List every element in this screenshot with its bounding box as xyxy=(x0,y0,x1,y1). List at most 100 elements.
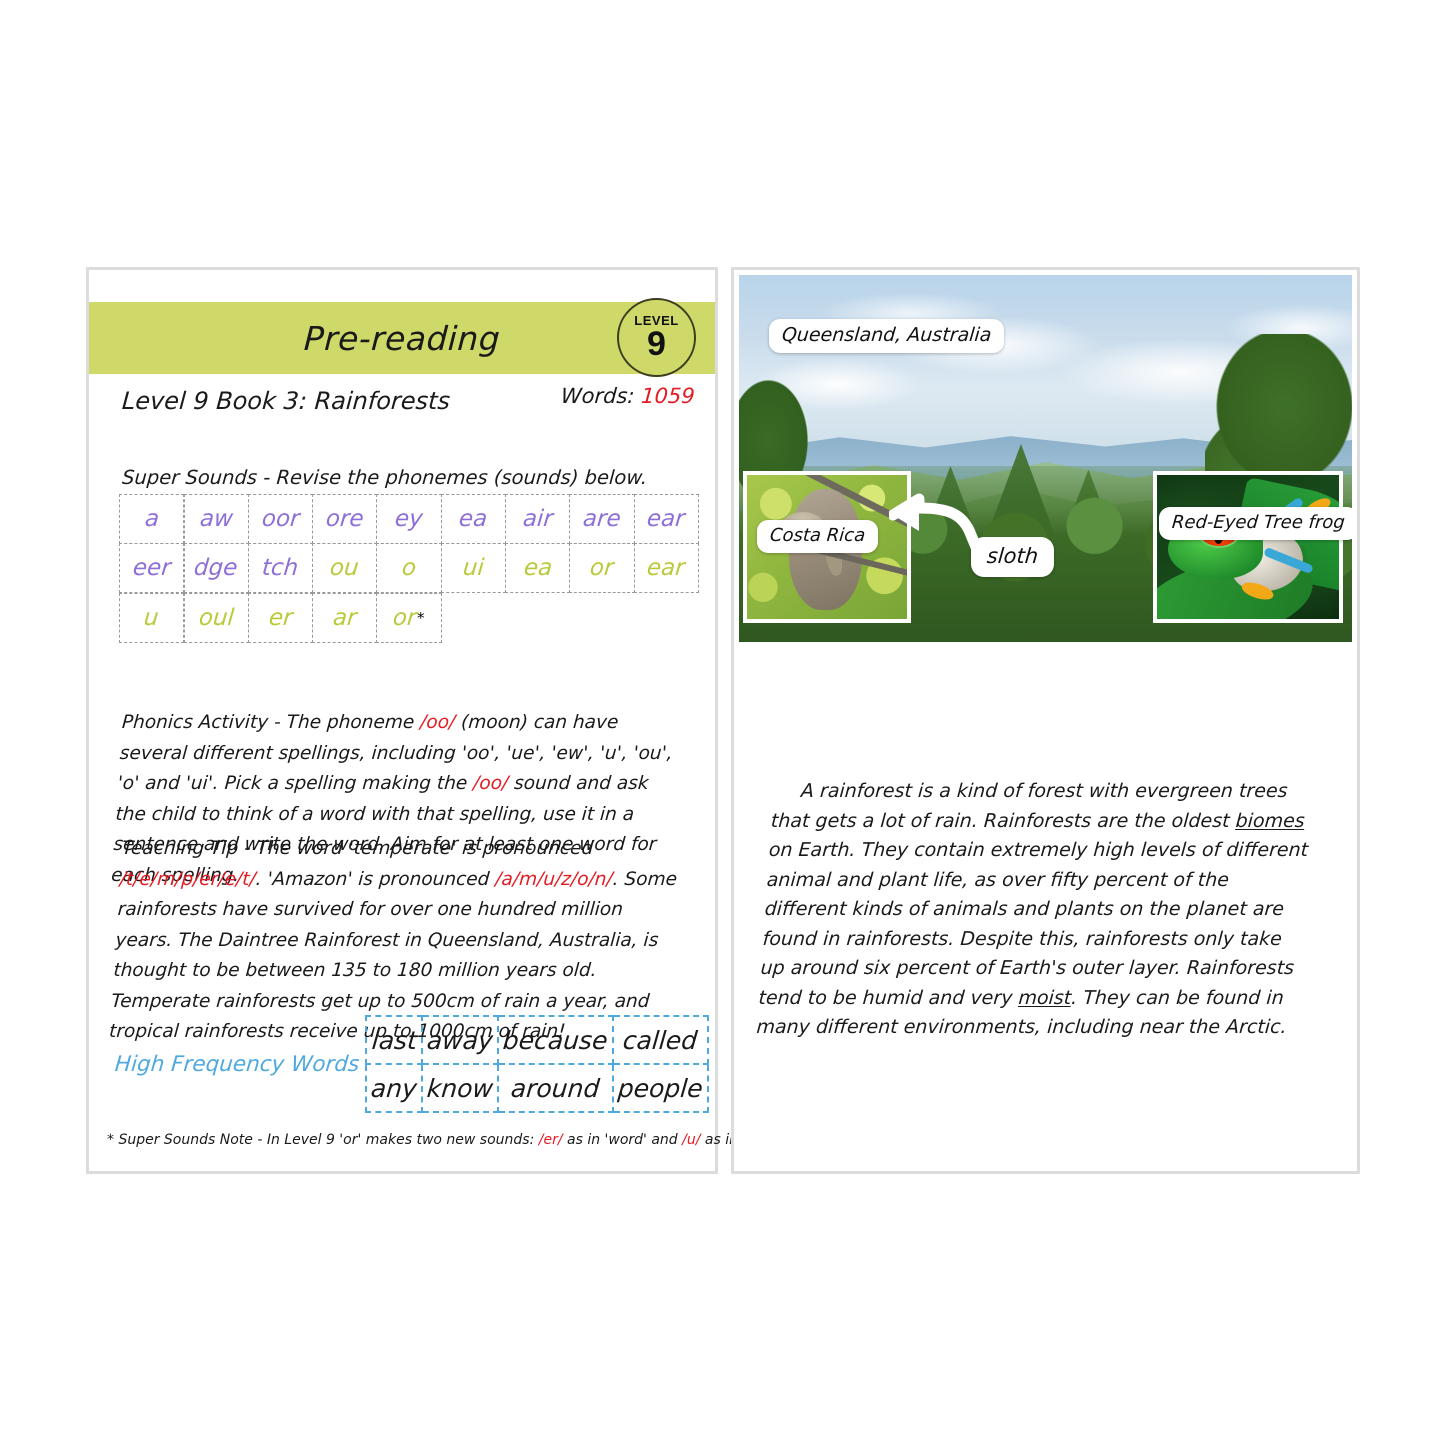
hfw-word: away xyxy=(426,1025,495,1055)
phoneme-cell[interactable]: o xyxy=(376,543,442,594)
footnote-part-2: as in 'word' and xyxy=(562,1132,683,1148)
footnote-part-1: * Super Sounds Note - In Level 9 'or' ma… xyxy=(107,1132,539,1148)
phoneme-cell[interactable]: a xyxy=(119,494,185,545)
phonics-phoneme-2: /oo/ xyxy=(472,773,510,794)
high-frequency-words-block: High Frequency Words last away because call… xyxy=(113,1015,709,1113)
label-costa-rica: Costa Rica xyxy=(757,520,879,553)
phonics-phoneme-1: /oo/ xyxy=(419,712,457,733)
phoneme-cell[interactable]: ea xyxy=(440,494,506,545)
phoneme-text: ear xyxy=(646,555,687,582)
phoneme-cell[interactable]: dge xyxy=(183,543,249,594)
hfw-row: last away because called xyxy=(365,1015,709,1065)
hfw-cell[interactable]: because xyxy=(497,1015,614,1065)
rainforest-photo: Queensland, Australia Costa Rica sloth R… xyxy=(739,275,1352,642)
phoneme-text: ey xyxy=(393,506,425,533)
phoneme-text: ou xyxy=(329,555,361,582)
phoneme-cell[interactable]: oor xyxy=(247,494,313,545)
teaching-tip-part-2: . 'Amazon' is pronounced xyxy=(255,868,497,890)
word-count: Words: 1059 xyxy=(560,384,695,408)
phoneme-cell[interactable]: air xyxy=(505,494,571,545)
right-page: Queensland, Australia Costa Rica sloth R… xyxy=(731,267,1360,1174)
hfw-word: last xyxy=(370,1025,419,1055)
phoneme-grid-row: a aw oor ore ey ea air are ear xyxy=(119,494,706,545)
phoneme-cell[interactable]: ui xyxy=(440,543,506,594)
hfw-word: people xyxy=(616,1073,704,1103)
phoneme-text: tch xyxy=(261,555,300,582)
hfw-cell[interactable]: last xyxy=(365,1015,424,1065)
phoneme-grid: a aw oor ore ey ea air are ear eer dge tch ou o ui ea or… xyxy=(119,494,706,643)
phoneme-text: ea xyxy=(522,555,553,582)
label-red-eyed-tree-frog: Red-Eyed Tree frog xyxy=(1159,507,1352,540)
phoneme-cell[interactable]: ear xyxy=(633,543,699,594)
phoneme-text: or xyxy=(392,604,419,631)
footnote-phoneme-1: /er/ xyxy=(538,1132,563,1148)
phoneme-text: ea xyxy=(458,506,489,533)
teaching-tip-phoneme-2: /a/m/u/z/o/n/ xyxy=(494,868,614,890)
phoneme-cell[interactable]: tch xyxy=(247,543,313,594)
body-part-2: on Earth. They contain extremely high le… xyxy=(757,839,1309,1009)
word-count-label: Words: xyxy=(560,384,643,408)
phoneme-text: oor xyxy=(260,506,301,533)
high-frequency-words-table: last away because called any know around people xyxy=(365,1015,709,1113)
phoneme-cell[interactable]: ey xyxy=(376,494,442,545)
hfw-word: because xyxy=(502,1025,610,1055)
phoneme-grid-row: u oul er ar or * xyxy=(119,592,706,643)
frog-inset-photo xyxy=(1153,471,1343,623)
label-costa-rica-text: Costa Rica xyxy=(769,525,867,546)
label-queensland-text: Queensland, Australia xyxy=(781,324,993,346)
level-badge-number: 9 xyxy=(647,325,666,364)
book-title: Level 9 Book 3: Rainforests xyxy=(121,387,452,415)
teaching-tip-part-1: Teaching Tip - The word 'temperate' is p… xyxy=(121,838,594,859)
hfw-cell[interactable]: away xyxy=(421,1015,500,1065)
phoneme-text: ui xyxy=(461,555,485,582)
phoneme-text: eer xyxy=(131,555,172,582)
phoneme-text: ear xyxy=(646,506,687,533)
phoneme-text: aw xyxy=(198,506,234,533)
body-part-1: A rainforest is a kind of forest with ev… xyxy=(770,780,1289,832)
phoneme-cell[interactable]: are xyxy=(569,494,635,545)
phoneme-footnote-star: * xyxy=(417,608,425,627)
body-underlined-biomes: biomes xyxy=(1234,809,1306,832)
phoneme-cell[interactable]: ou xyxy=(312,543,378,594)
hfw-word: called xyxy=(621,1025,699,1055)
hfw-cell[interactable]: any xyxy=(365,1063,424,1113)
phoneme-grid-row: eer dge tch ou o ui ea or ear xyxy=(119,543,706,594)
super-sounds-label: Super Sounds - Revise the phonemes (soun… xyxy=(121,466,649,489)
body-underlined-moist: moist xyxy=(1017,986,1073,1009)
phoneme-text: ore xyxy=(324,506,365,533)
hfw-word: know xyxy=(425,1073,495,1103)
phoneme-cell[interactable]: eer xyxy=(119,543,185,594)
phoneme-text: or xyxy=(589,555,615,582)
high-frequency-words-label: High Frequency Words xyxy=(113,1051,361,1077)
hfw-word: any xyxy=(370,1073,419,1103)
phoneme-text: u xyxy=(143,604,161,631)
hfw-cell[interactable]: people xyxy=(611,1063,709,1113)
phoneme-cell[interactable]: er xyxy=(247,592,313,643)
phoneme-cell[interactable]: aw xyxy=(183,494,249,545)
hfw-word: around xyxy=(510,1073,602,1103)
phoneme-cell[interactable]: ar xyxy=(312,592,378,643)
label-frog-text: Red-Eyed Tree frog xyxy=(1171,512,1346,533)
phoneme-text: oul xyxy=(197,604,235,631)
sloth-pointer-arrow xyxy=(889,493,987,565)
phoneme-cell[interactable]: oul xyxy=(183,592,249,643)
phoneme-cell[interactable]: or * xyxy=(376,592,442,643)
label-queensland-australia: Queensland, Australia xyxy=(769,319,1005,353)
phoneme-cell[interactable]: ea xyxy=(505,543,571,594)
phoneme-cell[interactable]: ear xyxy=(633,494,699,545)
worksheet-spread: Pre-reading LEVEL 9 Words: 1059 Level 9 … xyxy=(0,0,1445,1445)
phoneme-text: are xyxy=(581,506,622,533)
hfw-cell[interactable]: know xyxy=(421,1063,500,1113)
word-count-value: 1059 xyxy=(640,384,696,408)
footnote-phoneme-2: /u/ xyxy=(682,1132,701,1148)
phonics-activity-heading: Phonics Activity - The phoneme xyxy=(121,712,421,733)
phoneme-cell[interactable]: or xyxy=(569,543,635,594)
phoneme-cell[interactable]: ore xyxy=(312,494,378,545)
phoneme-cell[interactable]: u xyxy=(119,592,185,643)
phoneme-text: a xyxy=(143,506,160,533)
hfw-cell[interactable]: around xyxy=(497,1063,614,1113)
level-badge: LEVEL 9 xyxy=(617,298,696,377)
hfw-row: any know around people xyxy=(365,1063,709,1113)
hfw-cell[interactable]: called xyxy=(611,1015,709,1065)
left-page: Pre-reading LEVEL 9 Words: 1059 Level 9 … xyxy=(86,267,800,1174)
